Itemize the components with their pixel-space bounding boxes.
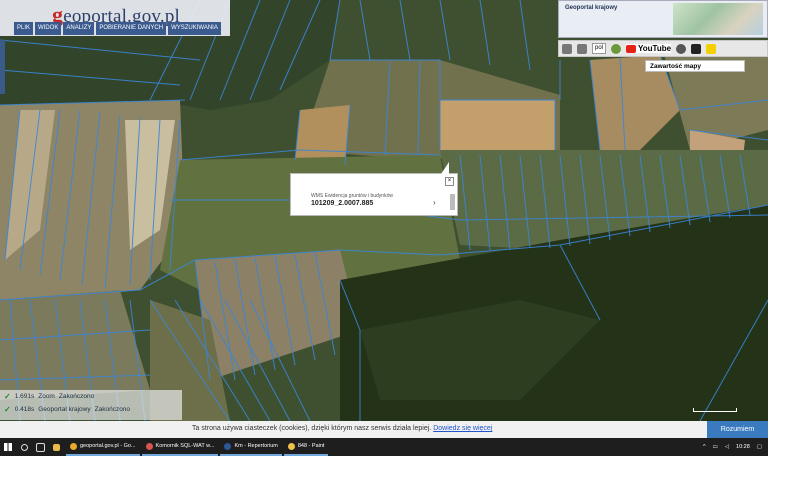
youtube-button[interactable]: YouTube — [626, 44, 672, 53]
loading-status-panel: ✓ 1.691s Zoom Zakończono ✓ 0.418s Geopor… — [0, 390, 182, 420]
cookie-message: Ta strona używa ciasteczek (cookies), dz… — [192, 425, 493, 432]
language-select[interactable]: pol — [592, 43, 607, 54]
accessibility-icon[interactable] — [691, 43, 702, 54]
app-icon — [224, 442, 232, 450]
taskbar-app-repertorium[interactable]: Km - Repertorium — [220, 438, 282, 456]
menu-item-plik[interactable]: PLIK — [14, 22, 34, 35]
scale-bar — [693, 408, 737, 412]
windows-icon — [4, 443, 12, 451]
header-bar: geoportal.gov.pl PLIK WIDOK ANALIZY POBI… — [0, 0, 230, 36]
clock[interactable]: 10:28 — [736, 444, 750, 450]
start-button[interactable] — [0, 438, 16, 456]
menu-item-wyszukiwania[interactable]: WYSZUKIWANIA — [168, 22, 221, 35]
feature-info-popup: × WMS Ewidencja gruntów i budynków 10120… — [290, 162, 458, 216]
chevron-up-icon[interactable]: ^ — [703, 444, 706, 450]
main-menu: PLIK WIDOK ANALIZY POBIERANIE DANYCH WYS… — [0, 22, 230, 36]
task-view-icon[interactable] — [32, 438, 48, 456]
side-panel-toggle[interactable] — [0, 40, 5, 94]
page-margin-bottom — [0, 456, 800, 499]
notifications-icon[interactable]: ▢ — [757, 444, 762, 450]
windows-taskbar: geoportal.gov.pl - Go... Komornik SQL-WA… — [0, 438, 768, 456]
search-icon[interactable] — [16, 438, 32, 456]
check-icon: ✓ — [4, 392, 11, 401]
play-icon — [626, 44, 637, 53]
app-icon — [145, 442, 153, 450]
taskbar-app-geoportal[interactable]: geoportal.gov.pl - Go... — [66, 438, 140, 456]
taskbar-app-komornik[interactable]: Komornik SQL-WAT w... — [141, 438, 219, 456]
volume-icon[interactable]: ◁ — [725, 444, 729, 450]
chevron-right-icon[interactable]: › — [433, 198, 436, 207]
menu-item-analizy[interactable]: ANALIZY — [63, 22, 95, 35]
popup-scrollbar[interactable] — [450, 194, 455, 210]
globe-icon[interactable] — [676, 43, 687, 54]
map-contents-button[interactable]: Zawartość mapy — [645, 60, 745, 72]
check-icon: ✓ — [4, 405, 11, 414]
contrast-icon[interactable] — [706, 43, 717, 54]
taskbar-app-paint[interactable]: 848 - Paint — [283, 438, 329, 456]
overview-map-title: Geoportal krajowy — [565, 5, 618, 11]
cookie-learn-more-link[interactable]: Dowiedz się więcej — [433, 425, 492, 432]
map-toolbar: pol YouTube — [558, 40, 768, 57]
system-tray: ^ ▭ ◁ 10:28 ▢ — [703, 444, 768, 450]
popup-layer-name: WMS Ewidencja gruntów i budynków — [311, 193, 393, 199]
status-row: ✓ 0.418s Geoportal krajowy Zakończono — [4, 405, 131, 414]
overview-map-image[interactable] — [673, 3, 763, 35]
settings-icon[interactable] — [611, 43, 622, 54]
menu-item-widok[interactable]: WIDOK — [35, 22, 62, 35]
menu-item-pobieranie[interactable]: POBIERANIE DANYCH — [96, 22, 167, 35]
print-icon[interactable] — [562, 43, 572, 54]
file-explorer-icon[interactable] — [48, 438, 64, 456]
chrome-icon — [70, 442, 77, 450]
network-icon[interactable]: ▭ — [713, 444, 718, 450]
close-icon[interactable]: × — [445, 177, 454, 186]
cookie-banner: Ta strona używa ciasteczek (cookies), dz… — [0, 421, 768, 438]
page-margin-right — [768, 0, 800, 456]
paint-icon — [287, 442, 295, 450]
parcel-id[interactable]: 101209_2.0007.885 — [311, 200, 373, 207]
save-icon[interactable] — [577, 43, 587, 54]
status-row: ✓ 1.691s Zoom Zakończono — [4, 392, 95, 401]
overview-map[interactable]: Geoportal krajowy — [558, 0, 768, 38]
cookie-accept-button[interactable]: Rozumiem — [707, 421, 768, 438]
